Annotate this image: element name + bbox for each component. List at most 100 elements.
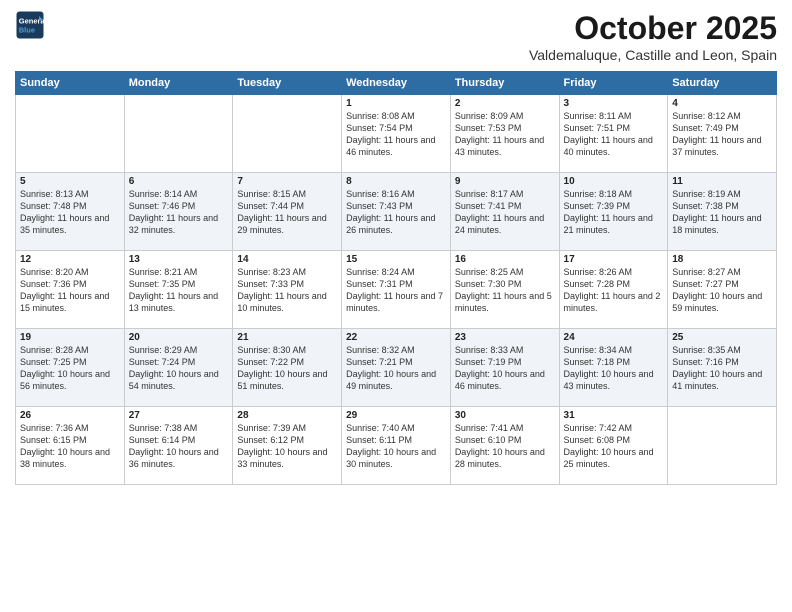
calendar-cell: 29Sunrise: 7:40 AM Sunset: 6:11 PM Dayli…: [342, 407, 451, 485]
calendar-cell: [233, 95, 342, 173]
day-number: 9: [455, 176, 555, 187]
calendar-cell: 2Sunrise: 8:09 AM Sunset: 7:53 PM Daylig…: [450, 95, 559, 173]
calendar-cell: 26Sunrise: 7:36 AM Sunset: 6:15 PM Dayli…: [16, 407, 125, 485]
calendar-week-4: 19Sunrise: 8:28 AM Sunset: 7:25 PM Dayli…: [16, 329, 777, 407]
day-number: 30: [455, 410, 555, 421]
day-content: Sunrise: 7:40 AM Sunset: 6:11 PM Dayligh…: [346, 422, 446, 471]
calendar-body: 1Sunrise: 8:08 AM Sunset: 7:54 PM Daylig…: [16, 95, 777, 485]
day-header-thursday: Thursday: [450, 72, 559, 95]
calendar-cell: 15Sunrise: 8:24 AM Sunset: 7:31 PM Dayli…: [342, 251, 451, 329]
calendar-cell: 31Sunrise: 7:42 AM Sunset: 6:08 PM Dayli…: [559, 407, 668, 485]
day-number: 20: [129, 332, 229, 343]
day-content: Sunrise: 8:21 AM Sunset: 7:35 PM Dayligh…: [129, 266, 229, 315]
day-header-tuesday: Tuesday: [233, 72, 342, 95]
sub-title: Valdemaluque, Castille and Leon, Spain: [529, 47, 777, 63]
day-header-friday: Friday: [559, 72, 668, 95]
day-number: 3: [564, 98, 664, 109]
calendar-cell: [16, 95, 125, 173]
day-content: Sunrise: 8:12 AM Sunset: 7:49 PM Dayligh…: [672, 110, 772, 159]
calendar-cell: 10Sunrise: 8:18 AM Sunset: 7:39 PM Dayli…: [559, 173, 668, 251]
calendar-cell: 13Sunrise: 8:21 AM Sunset: 7:35 PM Dayli…: [124, 251, 233, 329]
calendar-cell: 8Sunrise: 8:16 AM Sunset: 7:43 PM Daylig…: [342, 173, 451, 251]
day-content: Sunrise: 8:30 AM Sunset: 7:22 PM Dayligh…: [237, 344, 337, 393]
day-number: 6: [129, 176, 229, 187]
calendar-week-3: 12Sunrise: 8:20 AM Sunset: 7:36 PM Dayli…: [16, 251, 777, 329]
day-content: Sunrise: 8:14 AM Sunset: 7:46 PM Dayligh…: [129, 188, 229, 237]
logo-icon: General Blue: [15, 10, 45, 40]
calendar-cell: [668, 407, 777, 485]
calendar-week-5: 26Sunrise: 7:36 AM Sunset: 6:15 PM Dayli…: [16, 407, 777, 485]
day-content: Sunrise: 8:08 AM Sunset: 7:54 PM Dayligh…: [346, 110, 446, 159]
day-header-wednesday: Wednesday: [342, 72, 451, 95]
calendar-cell: 5Sunrise: 8:13 AM Sunset: 7:48 PM Daylig…: [16, 173, 125, 251]
calendar-cell: 1Sunrise: 8:08 AM Sunset: 7:54 PM Daylig…: [342, 95, 451, 173]
day-header-sunday: Sunday: [16, 72, 125, 95]
day-content: Sunrise: 8:18 AM Sunset: 7:39 PM Dayligh…: [564, 188, 664, 237]
calendar-table: SundayMondayTuesdayWednesdayThursdayFrid…: [15, 71, 777, 485]
day-number: 15: [346, 254, 446, 265]
day-number: 24: [564, 332, 664, 343]
calendar-cell: 27Sunrise: 7:38 AM Sunset: 6:14 PM Dayli…: [124, 407, 233, 485]
day-number: 10: [564, 176, 664, 187]
calendar-cell: 24Sunrise: 8:34 AM Sunset: 7:18 PM Dayli…: [559, 329, 668, 407]
header: General Blue October 2025 Valdemaluque, …: [15, 10, 777, 63]
calendar-week-1: 1Sunrise: 8:08 AM Sunset: 7:54 PM Daylig…: [16, 95, 777, 173]
day-content: Sunrise: 8:13 AM Sunset: 7:48 PM Dayligh…: [20, 188, 120, 237]
svg-text:Blue: Blue: [19, 26, 35, 35]
day-number: 14: [237, 254, 337, 265]
main-title: October 2025: [529, 10, 777, 47]
page: General Blue October 2025 Valdemaluque, …: [0, 0, 792, 612]
calendar-header-row: SundayMondayTuesdayWednesdayThursdayFrid…: [16, 72, 777, 95]
calendar-cell: 21Sunrise: 8:30 AM Sunset: 7:22 PM Dayli…: [233, 329, 342, 407]
calendar-cell: 28Sunrise: 7:39 AM Sunset: 6:12 PM Dayli…: [233, 407, 342, 485]
day-number: 26: [20, 410, 120, 421]
day-content: Sunrise: 8:25 AM Sunset: 7:30 PM Dayligh…: [455, 266, 555, 315]
day-content: Sunrise: 8:34 AM Sunset: 7:18 PM Dayligh…: [564, 344, 664, 393]
calendar-cell: 30Sunrise: 7:41 AM Sunset: 6:10 PM Dayli…: [450, 407, 559, 485]
day-content: Sunrise: 7:38 AM Sunset: 6:14 PM Dayligh…: [129, 422, 229, 471]
day-number: 31: [564, 410, 664, 421]
day-content: Sunrise: 8:29 AM Sunset: 7:24 PM Dayligh…: [129, 344, 229, 393]
day-content: Sunrise: 8:28 AM Sunset: 7:25 PM Dayligh…: [20, 344, 120, 393]
day-number: 29: [346, 410, 446, 421]
calendar-cell: 7Sunrise: 8:15 AM Sunset: 7:44 PM Daylig…: [233, 173, 342, 251]
calendar-cell: 19Sunrise: 8:28 AM Sunset: 7:25 PM Dayli…: [16, 329, 125, 407]
calendar-cell: 23Sunrise: 8:33 AM Sunset: 7:19 PM Dayli…: [450, 329, 559, 407]
day-number: 4: [672, 98, 772, 109]
day-content: Sunrise: 8:35 AM Sunset: 7:16 PM Dayligh…: [672, 344, 772, 393]
day-content: Sunrise: 8:09 AM Sunset: 7:53 PM Dayligh…: [455, 110, 555, 159]
svg-text:General: General: [19, 17, 45, 26]
calendar-cell: 17Sunrise: 8:26 AM Sunset: 7:28 PM Dayli…: [559, 251, 668, 329]
day-number: 27: [129, 410, 229, 421]
calendar-cell: 18Sunrise: 8:27 AM Sunset: 7:27 PM Dayli…: [668, 251, 777, 329]
calendar-cell: 16Sunrise: 8:25 AM Sunset: 7:30 PM Dayli…: [450, 251, 559, 329]
day-number: 22: [346, 332, 446, 343]
day-content: Sunrise: 8:33 AM Sunset: 7:19 PM Dayligh…: [455, 344, 555, 393]
calendar-week-2: 5Sunrise: 8:13 AM Sunset: 7:48 PM Daylig…: [16, 173, 777, 251]
day-content: Sunrise: 8:24 AM Sunset: 7:31 PM Dayligh…: [346, 266, 446, 315]
calendar-cell: 4Sunrise: 8:12 AM Sunset: 7:49 PM Daylig…: [668, 95, 777, 173]
day-content: Sunrise: 8:19 AM Sunset: 7:38 PM Dayligh…: [672, 188, 772, 237]
calendar-cell: 9Sunrise: 8:17 AM Sunset: 7:41 PM Daylig…: [450, 173, 559, 251]
day-number: 13: [129, 254, 229, 265]
calendar-cell: 3Sunrise: 8:11 AM Sunset: 7:51 PM Daylig…: [559, 95, 668, 173]
day-number: 11: [672, 176, 772, 187]
day-number: 17: [564, 254, 664, 265]
day-number: 1: [346, 98, 446, 109]
day-number: 21: [237, 332, 337, 343]
calendar-cell: 6Sunrise: 8:14 AM Sunset: 7:46 PM Daylig…: [124, 173, 233, 251]
day-content: Sunrise: 8:11 AM Sunset: 7:51 PM Dayligh…: [564, 110, 664, 159]
day-number: 16: [455, 254, 555, 265]
day-content: Sunrise: 7:41 AM Sunset: 6:10 PM Dayligh…: [455, 422, 555, 471]
day-number: 8: [346, 176, 446, 187]
day-number: 2: [455, 98, 555, 109]
day-content: Sunrise: 8:32 AM Sunset: 7:21 PM Dayligh…: [346, 344, 446, 393]
calendar-cell: 22Sunrise: 8:32 AM Sunset: 7:21 PM Dayli…: [342, 329, 451, 407]
title-block: October 2025 Valdemaluque, Castille and …: [529, 10, 777, 63]
day-content: Sunrise: 8:20 AM Sunset: 7:36 PM Dayligh…: [20, 266, 120, 315]
day-number: 23: [455, 332, 555, 343]
day-content: Sunrise: 8:27 AM Sunset: 7:27 PM Dayligh…: [672, 266, 772, 315]
day-number: 5: [20, 176, 120, 187]
day-content: Sunrise: 8:16 AM Sunset: 7:43 PM Dayligh…: [346, 188, 446, 237]
calendar-cell: 11Sunrise: 8:19 AM Sunset: 7:38 PM Dayli…: [668, 173, 777, 251]
